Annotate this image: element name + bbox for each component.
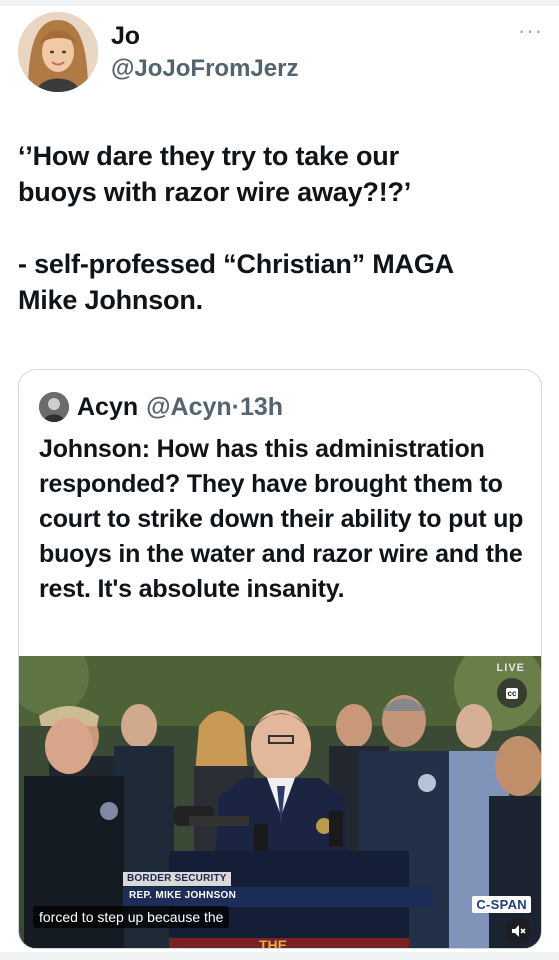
quoted-author-name[interactable]: Acyn	[77, 393, 138, 422]
cc-icon: cc	[505, 687, 519, 699]
bottom-divider	[0, 952, 559, 960]
more-dots-icon[interactable]: ···	[518, 20, 543, 42]
tweet-paragraph-1: ‘’How dare they try to take our buoys wi…	[18, 141, 412, 207]
quoted-author-handle[interactable]: @Acyn	[146, 393, 232, 422]
chyron-speaker-name: REP. MIKE JOHNSON	[129, 890, 237, 901]
quoted-tweet-header: Acyn @Acyn · 13h	[39, 392, 283, 422]
quoted-author-avatar[interactable]	[39, 392, 69, 422]
video-caption: forced to step up because the	[33, 906, 230, 928]
volume-muted-icon[interactable]	[505, 918, 531, 944]
author-handle[interactable]: @JoJoFromJerz	[111, 55, 298, 83]
tweet-header: Jo @JoJoFromJerz ···	[18, 12, 543, 96]
svg-text:THE: THE	[259, 937, 287, 949]
author-display-name[interactable]: Jo	[111, 22, 140, 51]
tweet-paragraph-2: - self-professed “Christian” MAGA Mike J…	[18, 249, 454, 315]
meta-separator: ·	[231, 392, 240, 421]
top-divider	[0, 0, 559, 6]
tweet-body: ‘’How dare they try to take our buoys wi…	[18, 138, 543, 318]
video-player[interactable]: THE LIVE cc BORDER SECURITY REP. MIKE JO…	[19, 656, 541, 949]
network-logo: C-SPAN	[472, 896, 531, 913]
quoted-tweet-text: Johnson: How has this administration res…	[39, 435, 524, 603]
quoted-tweet[interactable]: Acyn @Acyn · 13h Johnson: How has this a…	[18, 369, 542, 949]
quoted-tweet-time[interactable]: 13h	[240, 393, 283, 422]
chyron-name-bar: REP. MIKE JOHNSON	[123, 887, 433, 907]
author-avatar[interactable]	[18, 12, 98, 92]
chyron-topic: BORDER SECURITY	[123, 872, 231, 886]
live-indicator: LIVE	[496, 662, 525, 674]
closed-captions-button[interactable]: cc	[497, 678, 527, 708]
